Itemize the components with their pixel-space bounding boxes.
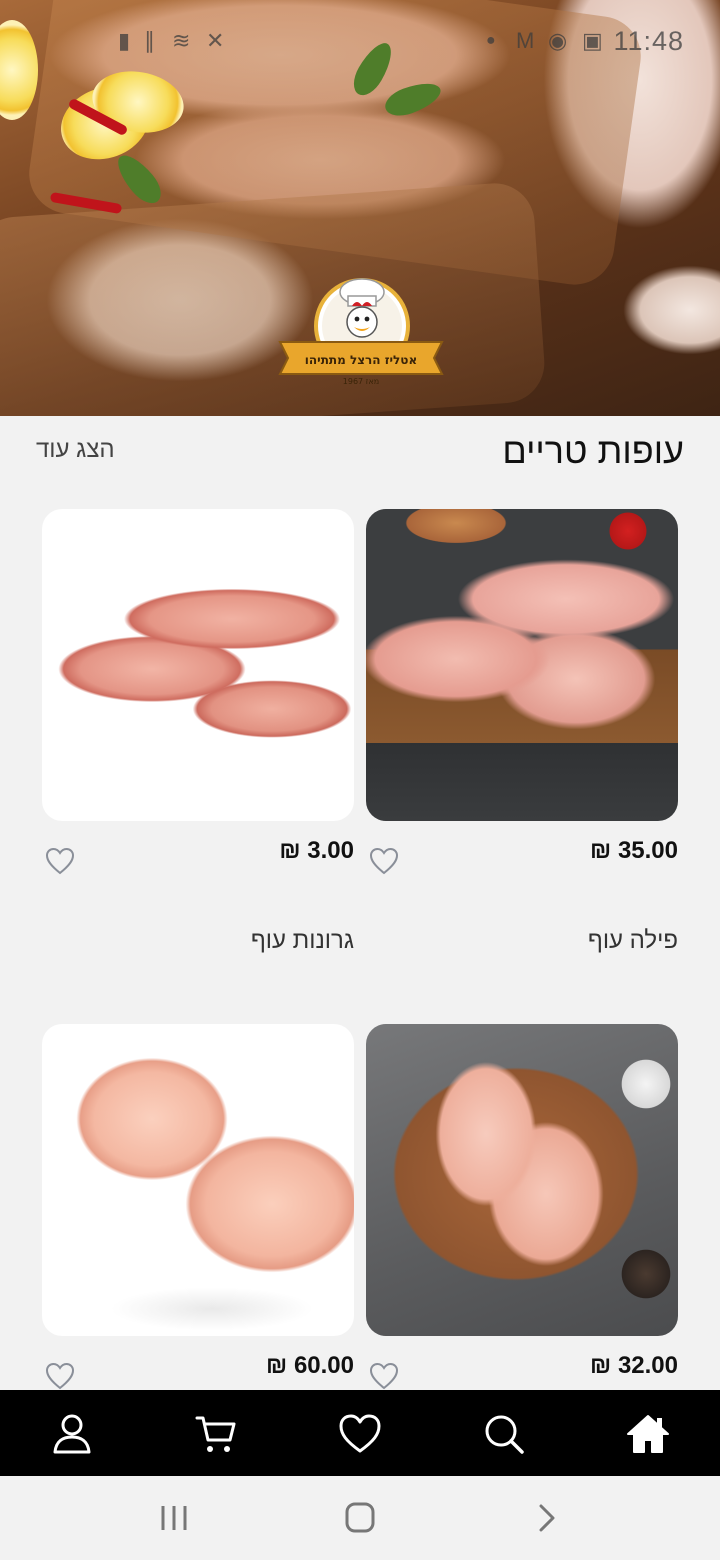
show-more-link[interactable]: הצג עוד: [36, 436, 115, 464]
dot-icon: ●: [486, 32, 496, 49]
back-icon[interactable]: [528, 1500, 568, 1536]
battery-icon: ▮: [118, 28, 131, 53]
recent-apps-icon[interactable]: [154, 1500, 194, 1536]
search-icon[interactable]: [480, 1410, 528, 1458]
home-icon[interactable]: [624, 1410, 672, 1458]
product-price: 35.00 ₪: [590, 837, 678, 864]
cart-icon[interactable]: [192, 1410, 240, 1458]
product-price: 32.00 ₪: [590, 1352, 678, 1379]
product-image[interactable]: [366, 509, 678, 821]
wifi-icon: ≋: [172, 28, 191, 53]
section-title: עופות טריים: [502, 430, 684, 471]
heart-icon[interactable]: [368, 846, 400, 876]
mail-icon: M: [516, 28, 535, 53]
signal-icon: ∥: [144, 28, 155, 53]
product-name[interactable]: גרונות עוף: [251, 927, 354, 955]
status-bar: ▮ ∥ ≋ ✕ ● M ◉ ▣ 11:48: [0, 20, 720, 64]
product-price: 60.00 ₪: [266, 1352, 354, 1379]
heart-icon[interactable]: [44, 846, 76, 876]
product-name[interactable]: פילה עוף: [588, 927, 678, 955]
logo-subtext: מאז 1967: [343, 377, 379, 386]
logo-text: אטליז הרצל מתתיהו: [305, 353, 417, 367]
product-image[interactable]: [42, 1024, 354, 1336]
system-navigation-bar: [0, 1476, 720, 1560]
product-price: 3.00 ₪: [279, 837, 354, 864]
heart-icon[interactable]: [368, 1361, 400, 1391]
bottom-navigation: [0, 1390, 720, 1476]
product-image[interactable]: [42, 509, 354, 821]
mute-icon: ✕: [206, 28, 225, 53]
home-button-icon[interactable]: [340, 1500, 380, 1536]
status-time: 11:48: [613, 26, 684, 56]
hero-banner: ▮ ∥ ≋ ✕ ● M ◉ ▣ 11:48 אטליז הרצל מתתיהו …: [0, 0, 720, 416]
app-icon: ◉: [548, 28, 568, 53]
user-icon[interactable]: [48, 1410, 96, 1458]
heart-icon[interactable]: [336, 1410, 384, 1458]
brand-logo[interactable]: אטליז הרצל מתתיהו מאז 1967: [274, 272, 448, 388]
product-image[interactable]: [366, 1024, 678, 1336]
heart-icon[interactable]: [44, 1361, 76, 1391]
image-icon: ▣: [582, 28, 603, 53]
